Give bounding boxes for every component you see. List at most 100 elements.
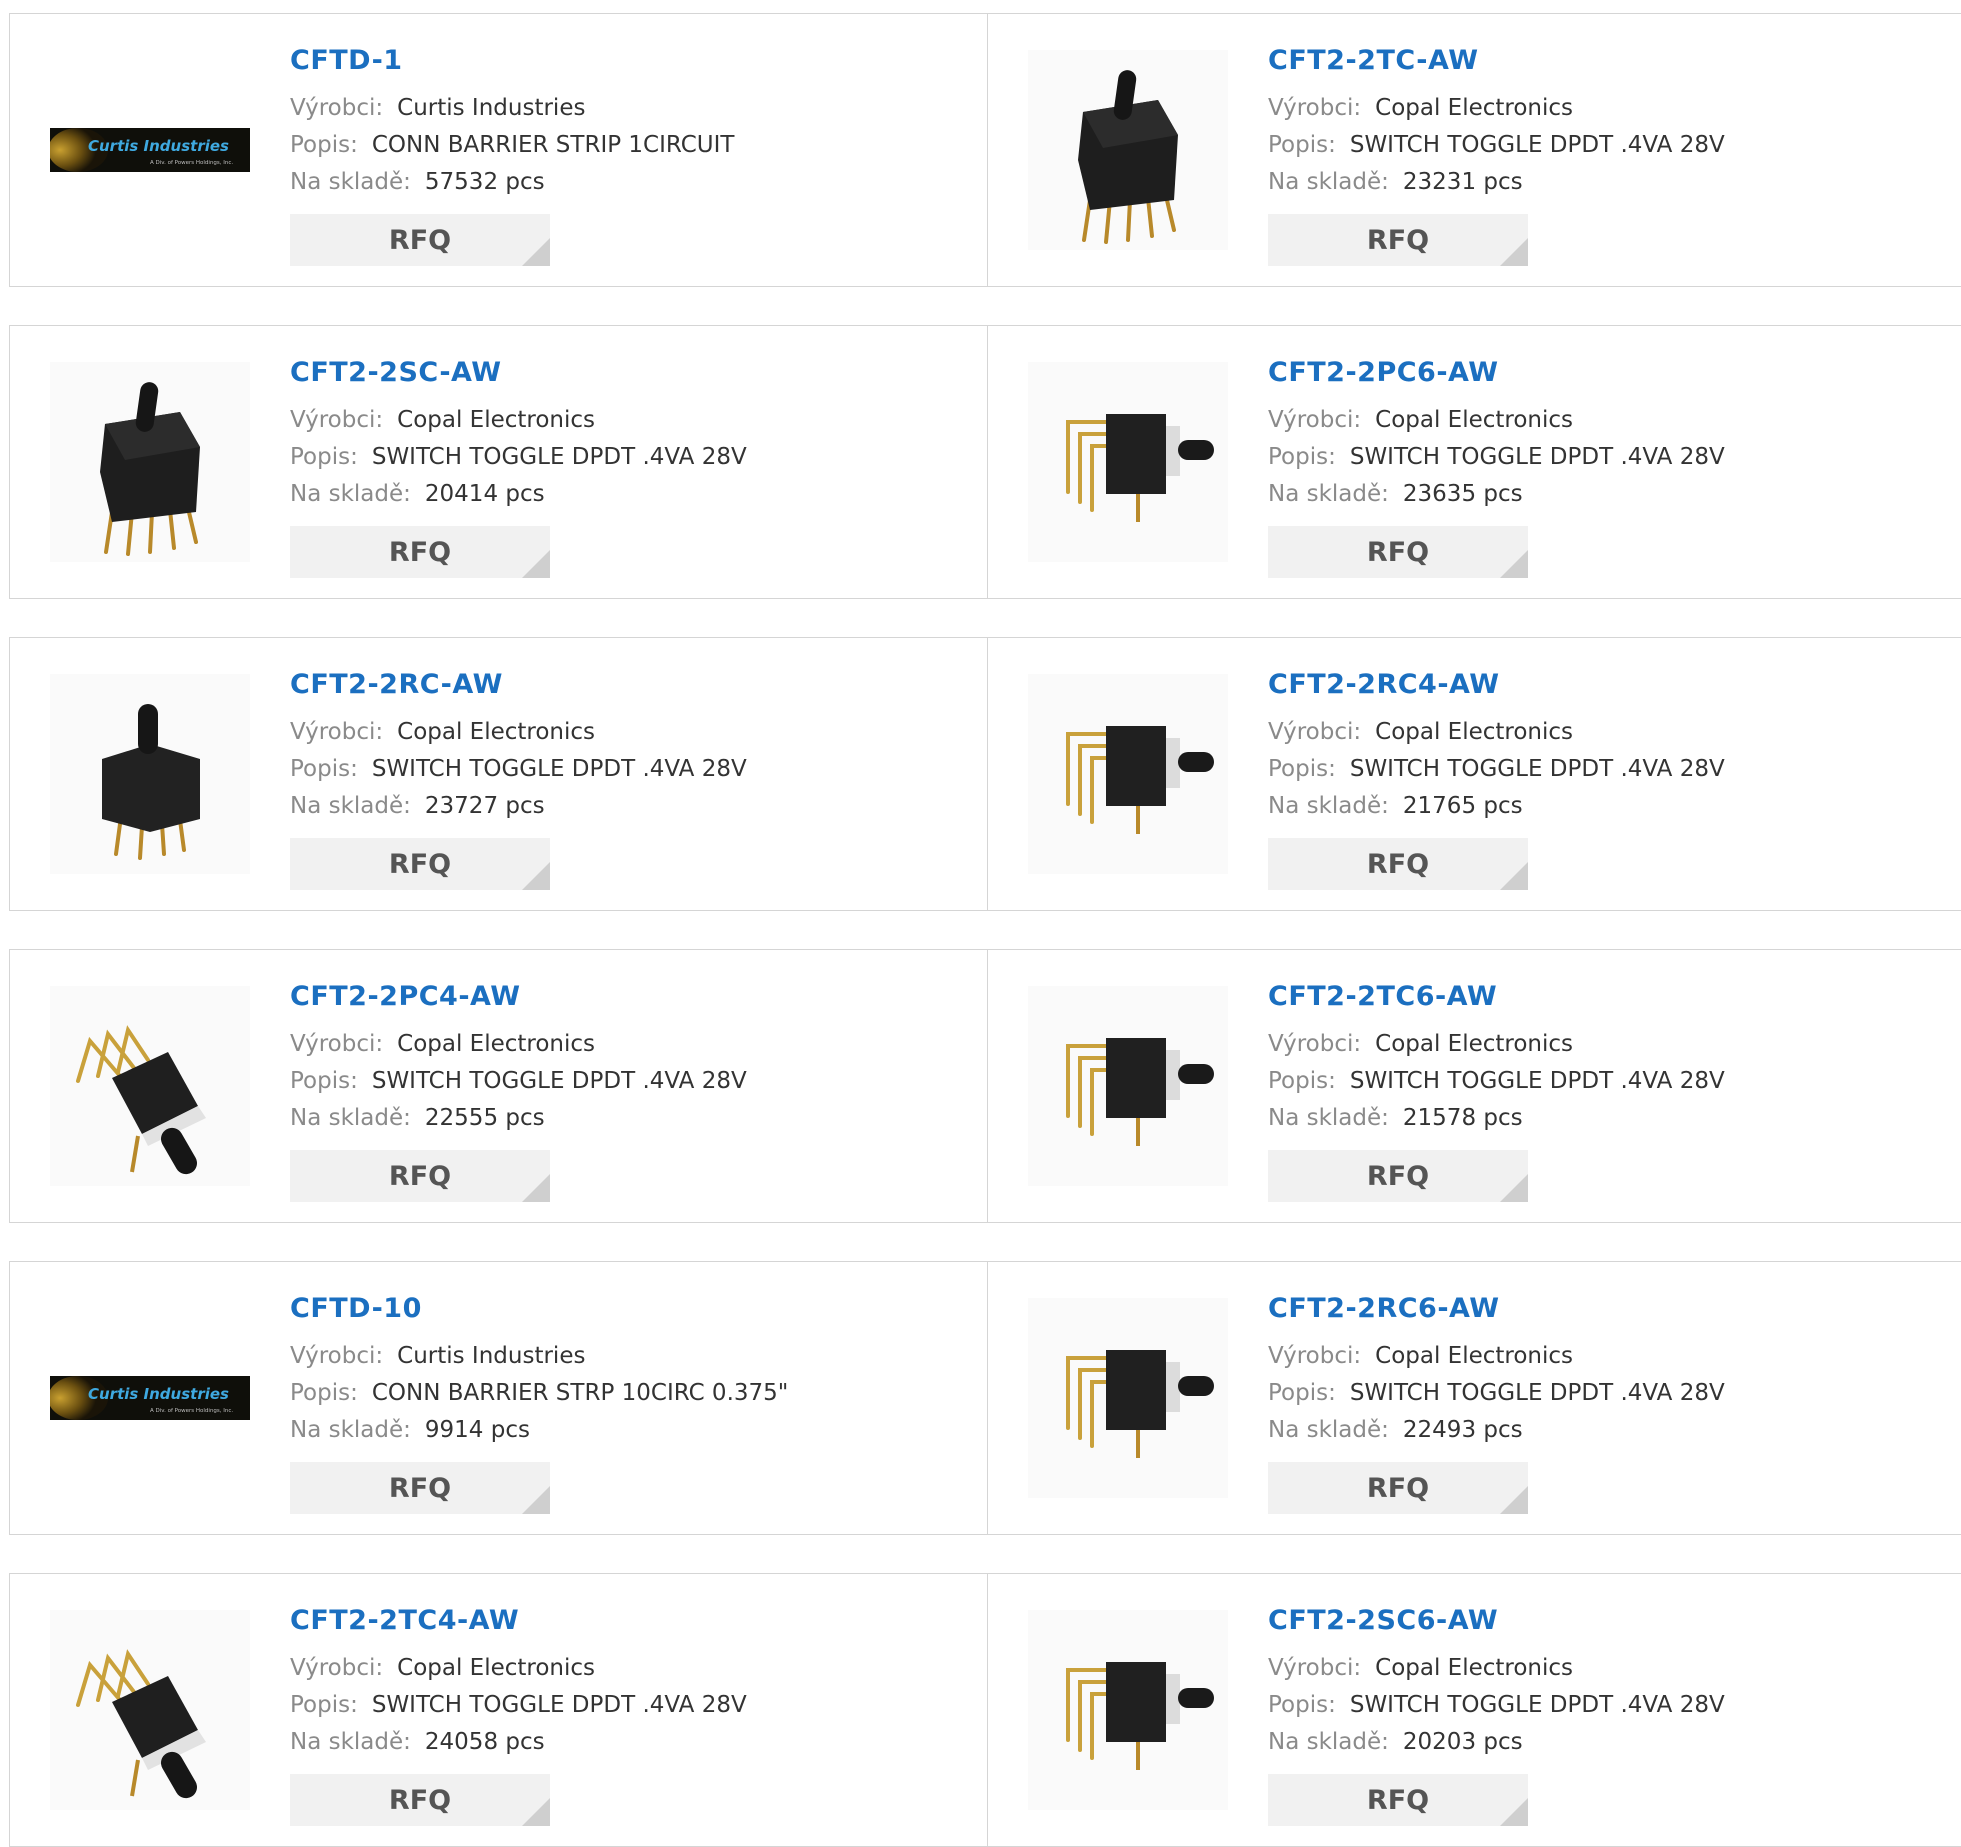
rfq-button-label: RFQ bbox=[388, 224, 452, 256]
part-number-link[interactable]: CFT2-2SC-AW bbox=[290, 356, 950, 390]
description-value: SWITCH TOGGLE DPDT .4VA 28V bbox=[1349, 1692, 1725, 1718]
part-number-link[interactable]: CFT2-2TC-AW bbox=[1268, 44, 1928, 78]
rfq-button[interactable]: RFQ bbox=[290, 1774, 550, 1826]
stock-value: 57532 pcs bbox=[424, 169, 545, 195]
part-number-link[interactable]: CFT2-2RC-AW bbox=[290, 668, 950, 702]
rfq-button[interactable]: RFQ bbox=[1268, 526, 1528, 578]
description-label: Popis: bbox=[290, 1692, 358, 1718]
rfq-corner-decoration bbox=[522, 1486, 550, 1514]
part-number-link[interactable]: CFT2-2PC6-AW bbox=[1268, 356, 1928, 390]
product-card-11: CFT2-2TC4-AW Výrobci: Copal Electronics P… bbox=[9, 1573, 989, 1847]
description-label: Popis: bbox=[290, 756, 358, 782]
rfq-button[interactable]: RFQ bbox=[290, 1462, 550, 1514]
part-number-link[interactable]: CFT2-2TC4-AW bbox=[290, 1604, 950, 1638]
product-card-8: CFT2-2TC6-AW Výrobci: Copal Electronics P… bbox=[987, 949, 1961, 1223]
product-image[interactable] bbox=[50, 1610, 250, 1810]
manufacturer-row: Výrobci: Copal Electronics bbox=[1268, 402, 1928, 439]
product-info: CFT2-2RC6-AW Výrobci: Copal Electronics P… bbox=[1268, 1292, 1928, 1449]
part-number-link[interactable]: CFT2-2PC4-AW bbox=[290, 980, 950, 1014]
product-image[interactable] bbox=[1028, 362, 1228, 562]
product-info: CFTD-10 Výrobci: Curtis Industries Popis:… bbox=[290, 1292, 950, 1449]
description-value: SWITCH TOGGLE DPDT .4VA 28V bbox=[371, 1068, 747, 1094]
product-image[interactable] bbox=[1028, 674, 1228, 874]
stock-row: Na skladě: 20414 pcs bbox=[290, 476, 950, 513]
manufacturer-value: Curtis Industries bbox=[397, 1343, 586, 1369]
rfq-button[interactable]: RFQ bbox=[1268, 1462, 1528, 1514]
description-value: SWITCH TOGGLE DPDT .4VA 28V bbox=[1349, 444, 1725, 470]
product-image[interactable] bbox=[1028, 1610, 1228, 1810]
stock-label: Na skladě: bbox=[1268, 1105, 1389, 1131]
rfq-corner-decoration bbox=[522, 238, 550, 266]
manufacturer-label: Výrobci: bbox=[1268, 407, 1362, 433]
rfq-button-label: RFQ bbox=[1366, 224, 1430, 256]
description-label: Popis: bbox=[1268, 756, 1336, 782]
part-number-link[interactable]: CFT2-2RC6-AW bbox=[1268, 1292, 1928, 1326]
toggle-switch-image bbox=[1028, 1610, 1228, 1810]
toggle-switch-image bbox=[50, 362, 250, 562]
manufacturer-row: Výrobci: Copal Electronics bbox=[1268, 1026, 1928, 1063]
product-image[interactable] bbox=[1028, 986, 1228, 1186]
description-label: Popis: bbox=[1268, 1692, 1336, 1718]
rfq-button[interactable]: RFQ bbox=[1268, 214, 1528, 266]
part-number-link[interactable]: CFT2-2TC6-AW bbox=[1268, 980, 1928, 1014]
product-image[interactable] bbox=[1028, 1298, 1228, 1498]
part-number-link[interactable]: CFT2-2SC6-AW bbox=[1268, 1604, 1928, 1638]
rfq-button-label: RFQ bbox=[388, 1784, 452, 1816]
product-image[interactable]: Curtis Industries A Div. of Powers Holdin… bbox=[50, 1298, 250, 1498]
product-image[interactable] bbox=[50, 986, 250, 1186]
rfq-button[interactable]: RFQ bbox=[1268, 1774, 1528, 1826]
product-image[interactable] bbox=[1028, 50, 1228, 250]
stock-value: 20203 pcs bbox=[1402, 1729, 1523, 1755]
rfq-corner-decoration bbox=[1500, 550, 1528, 578]
rfq-button-label: RFQ bbox=[1366, 848, 1430, 880]
stock-row: Na skladě: 23231 pcs bbox=[1268, 164, 1928, 201]
part-number-link[interactable]: CFT2-2RC4-AW bbox=[1268, 668, 1928, 702]
rfq-button[interactable]: RFQ bbox=[290, 838, 550, 890]
toggle-switch-image bbox=[1028, 674, 1228, 874]
product-image[interactable] bbox=[50, 362, 250, 562]
product-card-4: CFT2-2PC6-AW Výrobci: Copal Electronics P… bbox=[987, 325, 1961, 599]
product-card-5: CFT2-2RC-AW Výrobci: Copal Electronics Po… bbox=[9, 637, 989, 911]
rfq-button[interactable]: RFQ bbox=[1268, 1150, 1528, 1202]
stock-label: Na skladě: bbox=[1268, 1729, 1389, 1755]
rfq-corner-decoration bbox=[522, 550, 550, 578]
rfq-button[interactable]: RFQ bbox=[290, 214, 550, 266]
stock-value: 22493 pcs bbox=[1402, 1417, 1523, 1443]
product-card-9: Curtis Industries A Div. of Powers Holdin… bbox=[9, 1261, 989, 1535]
manufacturer-label: Výrobci: bbox=[1268, 1031, 1362, 1057]
rfq-button[interactable]: RFQ bbox=[1268, 838, 1528, 890]
product-image[interactable]: Curtis Industries A Div. of Powers Holdin… bbox=[50, 50, 250, 250]
rfq-button[interactable]: RFQ bbox=[290, 1150, 550, 1202]
description-row: Popis: SWITCH TOGGLE DPDT .4VA 28V bbox=[290, 439, 950, 476]
product-info: CFT2-2TC4-AW Výrobci: Copal Electronics P… bbox=[290, 1604, 950, 1761]
manufacturer-label: Výrobci: bbox=[290, 1343, 384, 1369]
stock-row: Na skladě: 20203 pcs bbox=[1268, 1724, 1928, 1761]
manufacturer-value: Curtis Industries bbox=[397, 95, 586, 121]
stock-row: Na skladě: 57532 pcs bbox=[290, 164, 950, 201]
stock-label: Na skladě: bbox=[1268, 481, 1389, 507]
part-number-link[interactable]: CFTD-10 bbox=[290, 1292, 950, 1326]
toggle-switch-image bbox=[1028, 50, 1228, 250]
description-row: Popis: SWITCH TOGGLE DPDT .4VA 28V bbox=[1268, 1063, 1928, 1100]
part-number-link[interactable]: CFTD-1 bbox=[290, 44, 950, 78]
manufacturer-row: Výrobci: Copal Electronics bbox=[1268, 90, 1928, 127]
manufacturer-label: Výrobci: bbox=[1268, 719, 1362, 745]
description-label: Popis: bbox=[1268, 1380, 1336, 1406]
manufacturer-label: Výrobci: bbox=[290, 95, 384, 121]
rfq-button[interactable]: RFQ bbox=[290, 526, 550, 578]
description-row: Popis: SWITCH TOGGLE DPDT .4VA 28V bbox=[290, 1063, 950, 1100]
stock-row: Na skladě: 23635 pcs bbox=[1268, 476, 1928, 513]
stock-value: 24058 pcs bbox=[424, 1729, 545, 1755]
rfq-corner-decoration bbox=[1500, 1798, 1528, 1826]
product-info: CFTD-1 Výrobci: Curtis Industries Popis: C… bbox=[290, 44, 950, 201]
manufacturer-value: Copal Electronics bbox=[397, 407, 596, 433]
stock-value: 21765 pcs bbox=[1402, 793, 1523, 819]
description-row: Popis: SWITCH TOGGLE DPDT .4VA 28V bbox=[1268, 1687, 1928, 1724]
product-card-2: CFT2-2TC-AW Výrobci: Copal Electronics Po… bbox=[987, 13, 1961, 287]
rfq-corner-decoration bbox=[1500, 238, 1528, 266]
stock-label: Na skladě: bbox=[1268, 169, 1389, 195]
product-image[interactable] bbox=[50, 674, 250, 874]
description-label: Popis: bbox=[1268, 132, 1336, 158]
manufacturer-row: Výrobci: Copal Electronics bbox=[1268, 714, 1928, 751]
description-label: Popis: bbox=[290, 444, 358, 470]
